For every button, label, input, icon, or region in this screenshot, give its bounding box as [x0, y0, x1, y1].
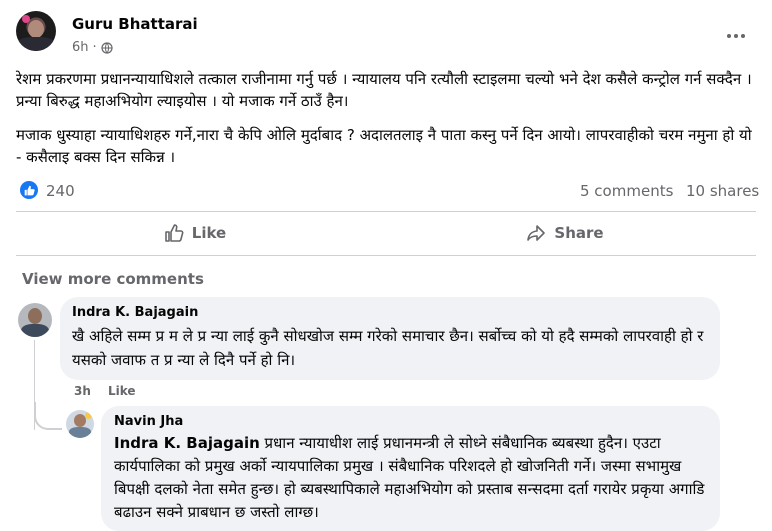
replier-avatar[interactable] [66, 410, 94, 438]
avatar-decoration [22, 15, 30, 23]
author-name[interactable]: Guru Bhattarai [72, 15, 198, 33]
share-button-label: Share [554, 224, 604, 242]
meta-separator: · [92, 40, 97, 55]
comment-like-button[interactable]: Like [108, 384, 136, 398]
share-arrow-icon [527, 225, 546, 241]
comment-text: खै अहिले सम्म प्र म ले प्र न्या लाई कुनै… [72, 327, 704, 369]
like-button-label: Like [191, 224, 227, 242]
commenter-avatar[interactable] [18, 303, 52, 337]
thumbs-up-icon [24, 185, 35, 195]
post-paragraph-2: मजाक धुस्याहा न्यायाधिशहरु गर्ने,नारा चै… [16, 126, 752, 166]
divider [16, 255, 756, 256]
author-avatar[interactable] [16, 11, 56, 51]
comment-time[interactable]: 3h [74, 384, 91, 398]
thumbs-up-icon [164, 224, 184, 242]
like-reaction-icon[interactable] [20, 181, 38, 199]
replier-name[interactable]: Navin Jha [114, 414, 183, 429]
avatar-body [18, 37, 54, 51]
post-paragraph-1: रेशम प्रकरणमा प्रधानन्यायाधिशले तत्काल र… [16, 70, 752, 110]
reply-text: Indra K. Bajagain प्रधान न्यायाधीश लाई प… [114, 432, 714, 524]
avatar-face [28, 20, 44, 38]
reaction-count[interactable]: 240 [46, 182, 75, 200]
divider [16, 211, 756, 212]
share-button[interactable]: Share [490, 215, 640, 251]
view-more-comments-link[interactable]: View more comments [22, 270, 204, 288]
more-options-icon[interactable] [722, 26, 750, 46]
post-time[interactable]: 6h [72, 40, 89, 55]
comments-count[interactable]: 5 comments [580, 182, 673, 200]
post-meta: 6h · [72, 40, 113, 55]
globe-icon [101, 41, 113, 54]
shares-count[interactable]: 10 shares [686, 182, 759, 200]
mention-link[interactable]: Indra K. Bajagain [114, 434, 260, 452]
like-button[interactable]: Like [120, 215, 270, 251]
reply-thread-connector [34, 402, 62, 430]
commenter-name[interactable]: Indra K. Bajagain [72, 305, 198, 320]
